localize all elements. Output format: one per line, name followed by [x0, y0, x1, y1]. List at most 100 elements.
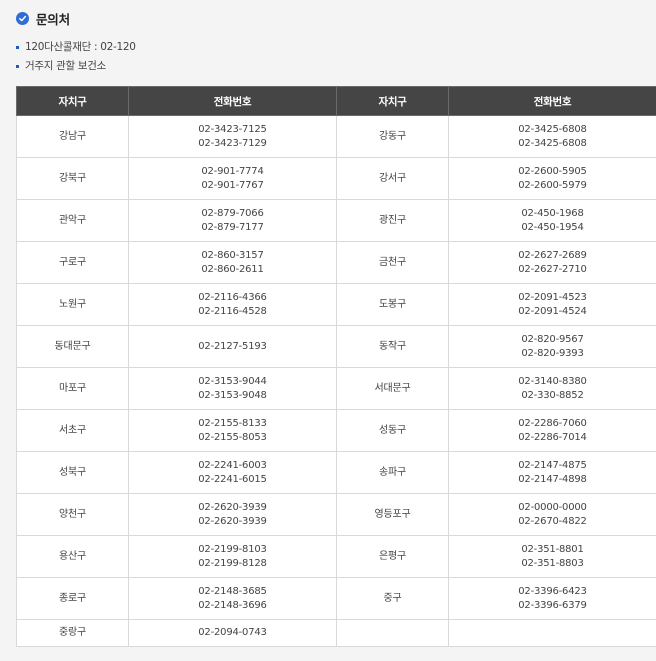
phone-number: 02-3423-7129	[198, 137, 267, 149]
phone-cell: 02-3423-7125 02-3423-7129	[128, 115, 337, 158]
phone-number: 02-879-7066	[201, 207, 264, 219]
district-cell: 은평구	[336, 535, 449, 578]
phone-cell: 02-3396-6423 02-3396-6379	[448, 577, 656, 620]
phone-number: 02-2620-3939	[198, 515, 267, 527]
phone-cell: 02-2116-4366 02-2116-4528	[128, 283, 337, 326]
phone-cell: 02-2241-6003 02-2241-6015	[128, 451, 337, 494]
phone-cell: 02-879-7066 02-879-7177	[128, 199, 337, 242]
phone-cell: 02-3425-6808 02-3425-6808	[448, 115, 656, 158]
phone-cell: 02-0000-0000 02-2670-4822	[448, 493, 656, 536]
table-row: 동대문구 02-2127-5193 동작구 02-820-9567 02-820-939…	[16, 325, 656, 368]
phone-number: 02-2199-8128	[198, 557, 267, 569]
section-heading: 문의처	[16, 9, 70, 27]
table-row: 서초구 02-2155-8133 02-2155-8053 성동구 02-2286-70…	[16, 409, 656, 452]
phone-number: 02-2091-4524	[518, 305, 587, 317]
phone-number: 02-2620-3939	[198, 501, 267, 513]
district-cell: 동작구	[336, 325, 449, 368]
table-row: 양천구 02-2620-3939 02-2620-3939 영등포구 02-0000-0…	[16, 493, 656, 536]
district-cell: 금천구	[336, 241, 449, 284]
phone-cell: 02-2627-2689 02-2627-2710	[448, 241, 656, 284]
phone-cell: 02-450-1968 02-450-1954	[448, 199, 656, 242]
phone-number: 02-2600-5979	[518, 179, 587, 191]
header-district: 자치구	[16, 86, 129, 116]
phone-number: 02-3153-9048	[198, 389, 267, 401]
phone-cell: 02-3153-9044 02-3153-9048	[128, 367, 337, 410]
table-row: 성북구 02-2241-6003 02-2241-6015 송파구 02-2147-48…	[16, 451, 656, 494]
phone-cell: 02-2127-5193	[128, 325, 337, 368]
phone-number: 02-330-8852	[521, 389, 584, 401]
phone-number: 02-3153-9044	[198, 375, 267, 387]
phone-number: 02-450-1954	[521, 221, 584, 233]
table-row: 강북구 02-901-7774 02-901-7767 강서구 02-2600-5905…	[16, 157, 656, 200]
phone-number: 02-3396-6379	[518, 599, 587, 611]
phone-cell: 02-2620-3939 02-2620-3939	[128, 493, 337, 536]
phone-cell: 02-3140-8380 02-330-8852	[448, 367, 656, 410]
district-cell: 성동구	[336, 409, 449, 452]
phone-cell: 02-820-9567 02-820-9393	[448, 325, 656, 368]
district-cell: 종로구	[16, 577, 129, 620]
district-cell: 동대문구	[16, 325, 129, 368]
district-cell: 송파구	[336, 451, 449, 494]
header-phone: 전화번호	[448, 86, 656, 116]
phone-number: 02-2670-4822	[518, 515, 587, 527]
phone-number: 02-351-8801	[521, 543, 584, 555]
phone-cell: 02-2147-4875 02-2147-4898	[448, 451, 656, 494]
phone-cell: 02-2199-8103 02-2199-8128	[128, 535, 337, 578]
district-cell: 강동구	[336, 115, 449, 158]
phone-number: 02-2627-2710	[518, 263, 587, 275]
district-cell: 관악구	[16, 199, 129, 242]
phone-number: 02-860-2611	[201, 263, 264, 275]
district-cell: 강북구	[16, 157, 129, 200]
phone-number: 02-820-9393	[521, 347, 584, 359]
table-row: 구로구 02-860-3157 02-860-2611 금천구 02-2627-2689…	[16, 241, 656, 284]
phone-number: 02-3140-8380	[518, 375, 587, 387]
phone-number: 02-2241-6003	[198, 459, 267, 471]
district-cell: 서대문구	[336, 367, 449, 410]
phone-cell: 02-351-8801 02-351-8803	[448, 535, 656, 578]
phone-number: 02-2116-4528	[198, 305, 267, 317]
table-row: 관악구 02-879-7066 02-879-7177 광진구 02-450-1968 0…	[16, 199, 656, 242]
phone-number: 02-2094-0743	[198, 627, 267, 638]
district-cell: 용산구	[16, 535, 129, 578]
phone-number: 02-901-7767	[201, 179, 264, 191]
phone-number: 02-879-7177	[201, 221, 264, 233]
table-header-row: 자치구 전화번호 자치구 전화번호	[16, 86, 656, 116]
page: 문의처 120다산콜재단 : 02-120 거주지 관할 보건소 자치구 전화번…	[0, 0, 656, 661]
district-cell: 도봉구	[336, 283, 449, 326]
phone-number: 02-901-7774	[201, 165, 264, 177]
phone-number: 02-2148-3685	[198, 585, 267, 597]
phone-number: 02-2627-2689	[518, 249, 587, 261]
phone-number: 02-3425-6808	[518, 123, 587, 135]
phone-number: 02-2147-4898	[518, 473, 587, 485]
section-title: 문의처	[36, 11, 70, 27]
phone-cell: 02-2600-5905 02-2600-5979	[448, 157, 656, 200]
district-cell: 영등포구	[336, 493, 449, 536]
phone-number: 02-2199-8103	[198, 543, 267, 555]
header-district: 자치구	[336, 86, 449, 116]
table-row: 강남구 02-3423-7125 02-3423-7129 강동구 02-3425-68…	[16, 115, 656, 158]
phone-number: 02-2286-7060	[518, 417, 587, 429]
district-cell: 서초구	[16, 409, 129, 452]
table-row: 용산구 02-2199-8103 02-2199-8128 은평구 02-351-880…	[16, 535, 656, 578]
phone-number: 02-0000-0000	[518, 501, 587, 513]
district-cell: 성북구	[16, 451, 129, 494]
phone-number: 02-2286-7014	[518, 431, 587, 443]
district-cell: 중구	[336, 577, 449, 620]
phone-cell	[448, 619, 656, 647]
contact-bullet-list: 120다산콜재단 : 02-120 거주지 관할 보건소	[16, 38, 136, 76]
district-cell: 중랑구	[16, 619, 129, 647]
phone-number: 02-860-3157	[201, 249, 264, 261]
district-cell: 마포구	[16, 367, 129, 410]
phone-number: 02-3425-6808	[518, 137, 587, 149]
phone-number: 02-351-8803	[521, 557, 584, 569]
phone-number: 02-2147-4875	[518, 459, 587, 471]
district-cell: 광진구	[336, 199, 449, 242]
phone-cell: 02-860-3157 02-860-2611	[128, 241, 337, 284]
district-cell: 강서구	[336, 157, 449, 200]
district-cell: 구로구	[16, 241, 129, 284]
phone-cell: 02-2094-0743	[128, 619, 337, 647]
phone-number: 02-2091-4523	[518, 291, 587, 303]
table-row: 노원구 02-2116-4366 02-2116-4528 도봉구 02-2091-45…	[16, 283, 656, 326]
table-row: 종로구 02-2148-3685 02-2148-3696 중구 02-3396-642…	[16, 577, 656, 620]
district-cell	[336, 619, 449, 647]
